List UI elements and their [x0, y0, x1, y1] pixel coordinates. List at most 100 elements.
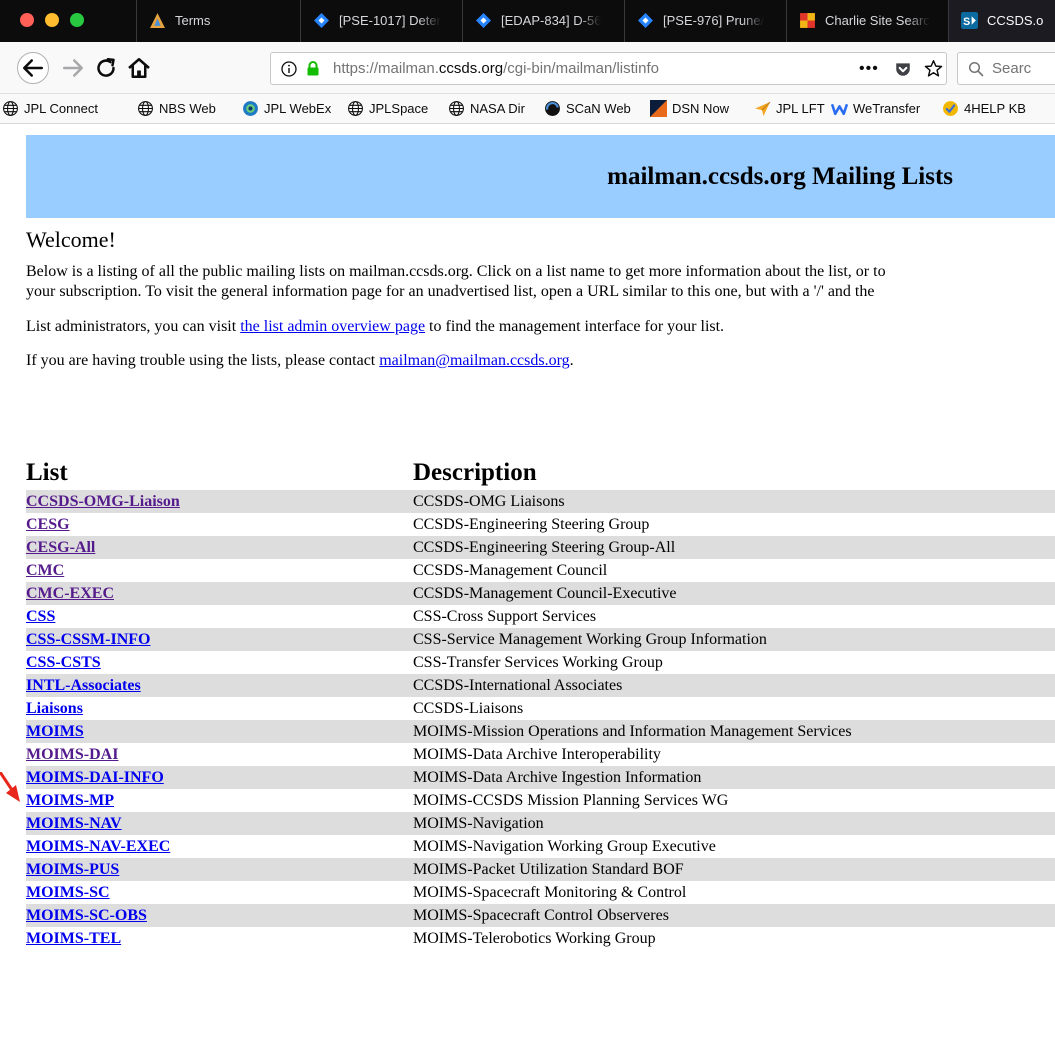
tab-pse-1017[interactable]: [PSE-1017] Deter: [300, 0, 460, 42]
table-row: MOIMS MOIMS-Mission Operations and Inform…: [26, 720, 1055, 743]
bookmark-jpl-connect[interactable]: JPL Connect: [2, 94, 98, 124]
url-text[interactable]: https://mailman.ccsds.org/cgi-bin/mailma…: [333, 53, 659, 84]
list-name-link[interactable]: CESG: [26, 516, 70, 533]
list-name-link[interactable]: CSS-CSSM-INFO: [26, 631, 150, 648]
url-bar[interactable]: https://mailman.ccsds.org/cgi-bin/mailma…: [270, 52, 947, 85]
bookmark-dsn-now[interactable]: DSN Now: [650, 94, 729, 124]
list-name-link[interactable]: MOIMS-SC-OBS: [26, 907, 147, 924]
list-name-cell: MOIMS-PUS: [26, 858, 413, 881]
list-name-link[interactable]: CCSDS-OMG-Liaison: [26, 493, 180, 510]
dsn-icon: [650, 100, 667, 117]
admin-overview-link[interactable]: the list admin overview page: [240, 318, 425, 335]
home-button[interactable]: [124, 53, 154, 83]
home-icon: [128, 58, 150, 78]
charlie-icon: [800, 13, 815, 28]
bookmark-nbs-web[interactable]: NBS Web: [137, 94, 216, 124]
bookmark-scan-web[interactable]: SCaN Web: [544, 94, 631, 124]
forward-button[interactable]: [58, 53, 88, 83]
jira-icon: [475, 12, 492, 29]
bookmark-star-icon[interactable]: [924, 59, 943, 78]
table-row: MOIMS-DAI-INFO MOIMS-Data Archive Ingesti…: [26, 766, 1055, 789]
list-name-link[interactable]: MOIMS-DAI-INFO: [26, 769, 164, 786]
list-description: MOIMS-Navigation: [413, 812, 1055, 835]
contact-paragraph: If you are having trouble using the list…: [26, 351, 574, 371]
tab-ccsds[interactable]: S CCSDS.o: [948, 0, 1055, 42]
list-name-link[interactable]: CSS-CSTS: [26, 654, 101, 671]
page-title: mailman.ccsds.org Mailing Lists: [607, 163, 953, 190]
bookmark-label: WeTransfer: [853, 101, 921, 116]
tab-label: Terms: [175, 13, 211, 28]
paper-plane-icon: [755, 101, 771, 116]
back-button[interactable]: [17, 52, 49, 84]
jira-icon: [637, 12, 654, 29]
list-name-cell: CSS-CSSM-INFO: [26, 628, 413, 651]
list-description: MOIMS-Data Archive Interoperability: [413, 745, 661, 763]
list-name-link[interactable]: MOIMS-PUS: [26, 861, 119, 878]
page-actions-icon[interactable]: •••: [859, 53, 879, 84]
minimize-window-button[interactable]: [45, 13, 59, 27]
list-name-link[interactable]: CESG-All: [26, 539, 95, 556]
search-input[interactable]: Searc: [957, 52, 1055, 85]
tab-charlie-site-search[interactable]: Charlie Site Searc: [786, 0, 946, 42]
list-column-header: List: [26, 459, 68, 486]
table-row: MOIMS-SC-OBS MOIMS-Spacecraft Control Obs…: [26, 904, 1055, 927]
list-description: CSS-Cross Support Services: [413, 607, 597, 625]
table-row: MOIMS-TEL MOIMS-Telerobotics Working Grou…: [26, 927, 1055, 950]
lock-icon[interactable]: [305, 60, 321, 77]
list-name-cell: CESG: [26, 513, 413, 536]
list-description: MOIMS-Telerobotics Working Group: [413, 929, 656, 947]
list-name-link[interactable]: MOIMS-SC: [26, 884, 110, 901]
list-name-cell: MOIMS-DAI: [26, 743, 413, 766]
tab-edap-834[interactable]: [EDAP-834] D-56: [462, 0, 622, 42]
list-name-cell: MOIMS-SC-OBS: [26, 904, 413, 927]
list-name-cell: MOIMS-DAI-INFO: [26, 766, 413, 789]
bookmark-nasa-dir[interactable]: NASA Dir: [448, 94, 525, 124]
bookmark-wetransfer[interactable]: WeTransfer: [831, 94, 920, 124]
list-name-link[interactable]: MOIMS: [26, 723, 84, 740]
list-description: MOIMS-Navigation Working Group Executive: [413, 837, 716, 855]
close-window-button[interactable]: [20, 13, 34, 27]
sharepoint-icon: S: [961, 12, 978, 29]
bookmark-label: NBS Web: [159, 101, 216, 116]
intro-paragraph: Below is a listing of all the public mai…: [26, 262, 886, 302]
list-name-link[interactable]: CSS: [26, 608, 55, 625]
list-name-link[interactable]: CMC: [26, 562, 64, 579]
table-row: Liaisons CCSDS-Liaisons: [26, 697, 1055, 720]
table-row: MOIMS-DAI MOIMS-Data Archive Interoperabi…: [26, 743, 1055, 766]
pocket-icon[interactable]: [894, 60, 912, 78]
bookmark-jpl-lft[interactable]: JPL LFT: [754, 94, 825, 124]
search-placeholder: Searc: [992, 60, 1032, 77]
list-name-cell: CCSDS-OMG-Liaison: [26, 490, 413, 513]
bookmark-label: NASA Dir: [470, 101, 525, 116]
list-description: MOIMS-Mission Operations and Information…: [413, 720, 1055, 743]
tab-terms[interactable]: Terms: [136, 0, 296, 42]
reload-button[interactable]: [91, 53, 121, 83]
list-description: CCSDS-Management Council: [413, 561, 608, 579]
globe-icon: [138, 101, 153, 116]
list-name-link[interactable]: MOIMS-DAI: [26, 746, 118, 763]
list-name-link[interactable]: MOIMS-TEL: [26, 930, 121, 947]
admin-text: List administrators, you can visit: [26, 318, 241, 335]
terms-icon: [150, 13, 165, 28]
zoom-window-button[interactable]: [70, 13, 84, 27]
bookmark-jpl-webex[interactable]: JPL WebEx: [242, 94, 331, 124]
mailing-list-table: List Description CCSDS-OMG-Liaison CCSDS-…: [26, 456, 1055, 950]
list-name-link[interactable]: Liaisons: [26, 700, 83, 717]
info-icon[interactable]: [281, 61, 297, 77]
list-description: MOIMS-Spacecraft Control Observeres: [413, 904, 1055, 927]
list-name-link[interactable]: MOIMS-NAV-EXEC: [26, 838, 170, 855]
bookmark-jplspace[interactable]: JPLSpace: [347, 94, 428, 124]
globe-icon: [449, 101, 464, 116]
bookmark-4help-kb[interactable]: 4HELP KB: [942, 94, 1026, 124]
contact-text: If you are having trouble using the list…: [26, 352, 380, 369]
reload-icon: [97, 58, 115, 77]
list-name-link[interactable]: INTL-Associates: [26, 677, 141, 694]
table-row: CMC-EXEC CCSDS-Management Council-Executi…: [26, 582, 1055, 605]
bookmark-label: 4HELP KB: [964, 101, 1026, 116]
list-name-link[interactable]: MOIMS-NAV: [26, 815, 122, 832]
list-name-link[interactable]: CMC-EXEC: [26, 585, 114, 602]
mailman-email-link[interactable]: mailman@mailman.ccsds.org: [379, 352, 569, 369]
table-row: MOIMS-SC MOIMS-Spacecraft Monitoring & Co…: [26, 881, 1055, 904]
list-name-link[interactable]: MOIMS-MP: [26, 792, 114, 809]
tab-pse-976[interactable]: [PSE-976] Prune/: [624, 0, 784, 42]
